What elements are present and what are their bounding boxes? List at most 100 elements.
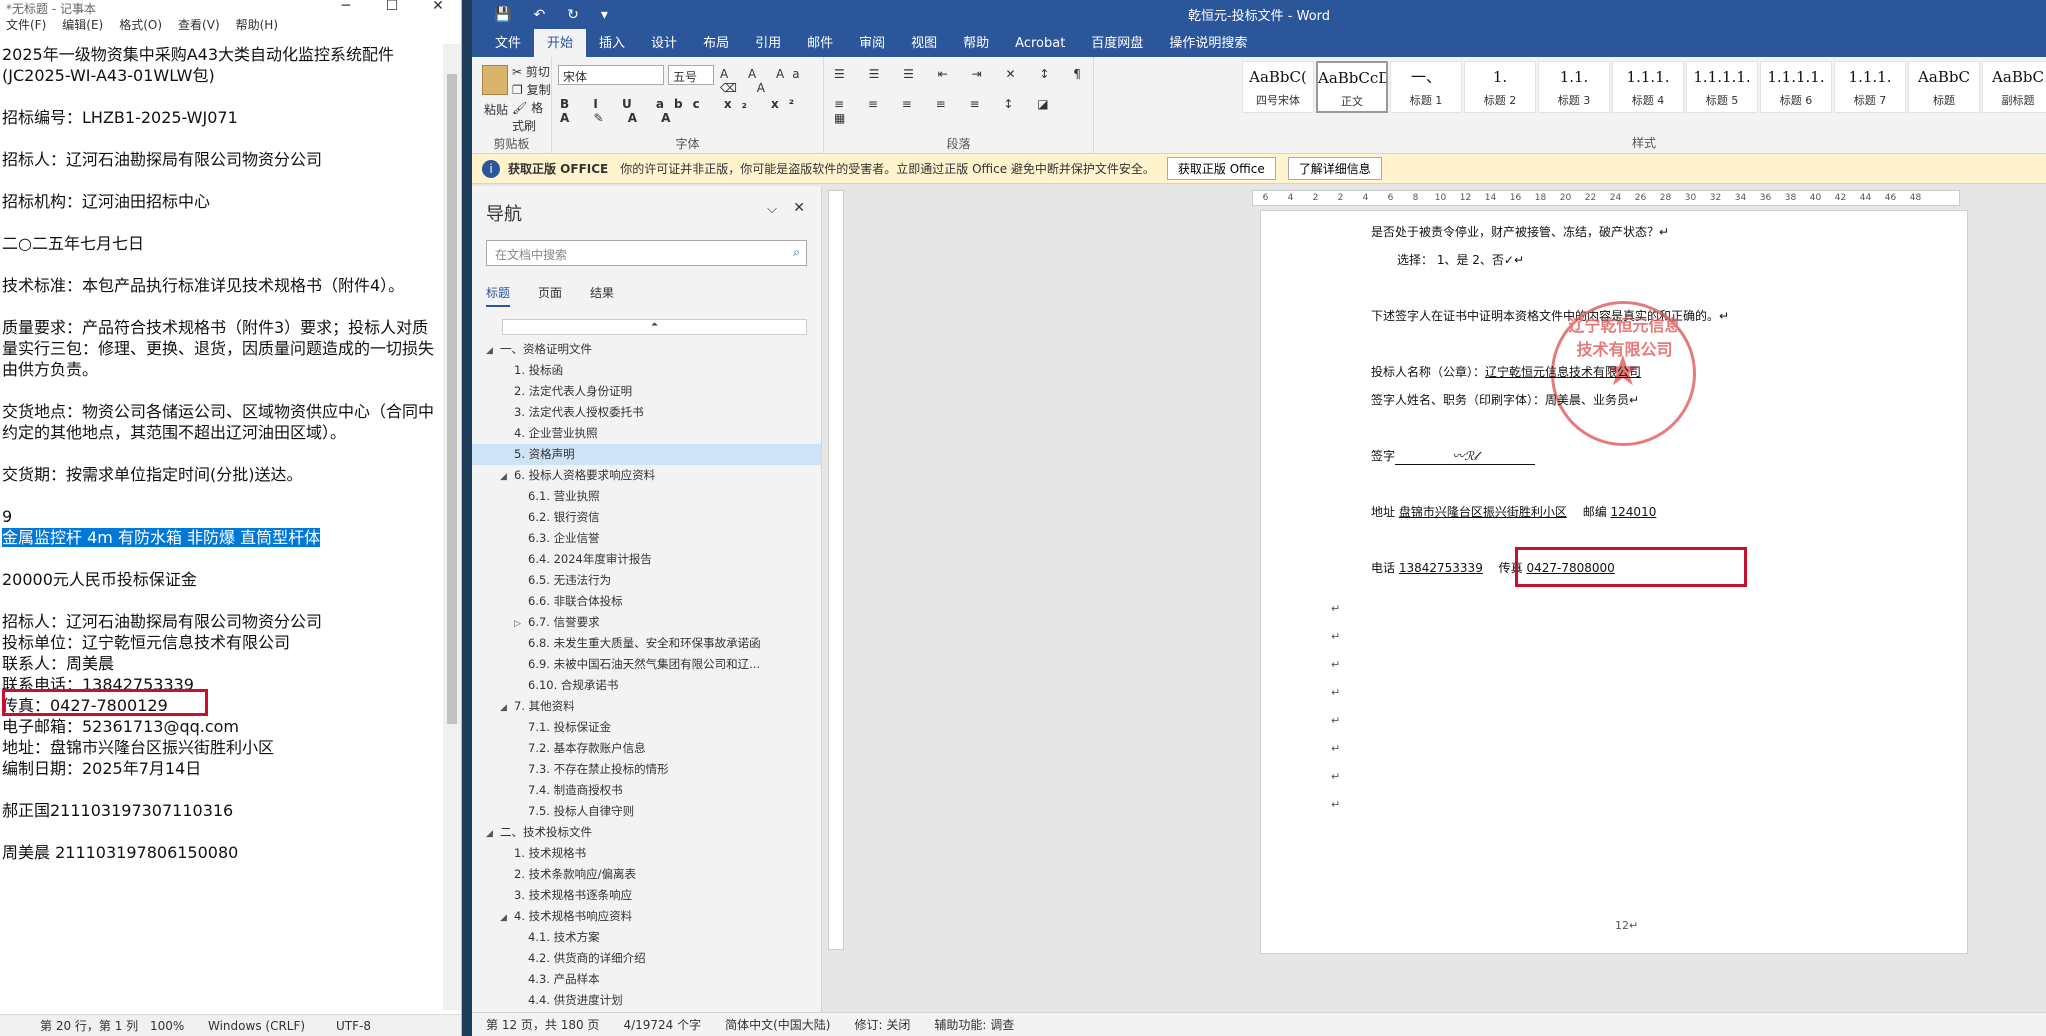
font-format-buttons[interactable]: B I U abc x₂ x² A ✎ A A bbox=[560, 97, 823, 125]
nav-heading-item[interactable]: 4.4. 供货进度计划 bbox=[472, 990, 821, 1011]
nav-heading-item[interactable]: 7.5. 投标人自律守则 bbox=[472, 801, 821, 822]
font-size-buttons[interactable]: A A Aa ⌫ A bbox=[720, 67, 823, 95]
font-size-select[interactable]: 五号 bbox=[668, 65, 714, 85]
expand-arrow-icon[interactable]: ◢ bbox=[500, 908, 514, 927]
align-buttons[interactable]: ≡ ≡ ≡ ≡ ≡ ↕ ◪ ▦ bbox=[834, 97, 1093, 125]
style-item[interactable]: 1. 标题 2 bbox=[1464, 61, 1536, 113]
nav-heading-item[interactable]: 3. 技术规格书逐条响应 bbox=[472, 885, 821, 906]
expand-arrow-icon[interactable]: ◢ bbox=[486, 824, 500, 843]
ribbon-tab[interactable]: 文件 bbox=[482, 32, 534, 57]
style-item[interactable]: 1.1.1. 标题 4 bbox=[1612, 61, 1684, 113]
ribbon-tab[interactable]: 开始 bbox=[534, 27, 587, 57]
nav-heading-item[interactable]: ◢ 7. 其他资料 bbox=[472, 696, 821, 717]
copy-button[interactable]: 复制 bbox=[527, 83, 551, 97]
nav-heading-label: 7.2. 基本存款账户信息 bbox=[528, 741, 646, 755]
nav-heading-item[interactable]: 2. 法定代表人身份证明 bbox=[472, 381, 821, 402]
nav-heading-item[interactable]: ◢ 6. 投标人资格要求响应资料 bbox=[472, 465, 821, 486]
nav-heading-item[interactable]: 1. 技术规格书 bbox=[472, 843, 821, 864]
status-item[interactable]: 4/19724 个字 bbox=[623, 1016, 701, 1033]
style-item[interactable]: AaBbC(四号宋体 bbox=[1242, 61, 1314, 113]
nav-tab[interactable]: 结果 bbox=[590, 284, 614, 307]
ribbon-tab[interactable]: 操作说明搜索 bbox=[1156, 32, 1260, 57]
ribbon-tab[interactable]: 帮助 bbox=[950, 32, 1002, 57]
nav-heading-item[interactable]: 7.4. 制造商授权书 bbox=[472, 780, 821, 801]
nav-heading-item[interactable]: 2. 技术条款响应/偏离表 bbox=[472, 864, 821, 885]
maximize-icon[interactable]: ☐ bbox=[369, 0, 415, 14]
nav-heading-item[interactable]: 3. 法定代表人授权委托书 bbox=[472, 402, 821, 423]
scrollbar-thumb[interactable] bbox=[447, 74, 457, 724]
ribbon-tab[interactable]: Acrobat bbox=[1002, 36, 1078, 57]
chevron-down-icon[interactable]: ⌵ bbox=[767, 202, 777, 217]
list-buttons[interactable]: ☰ ☰ ☰ ⇤ ⇥ ✕ ↕ ¶ bbox=[834, 67, 1091, 81]
nav-search-input[interactable]: 在文档中搜索 ⌕ bbox=[486, 240, 807, 266]
nav-heading-item[interactable]: 6.9. 未被中国石油天然气集团有限公司和辽... bbox=[472, 654, 821, 675]
learn-more-button[interactable]: 了解详细信息 bbox=[1287, 157, 1382, 180]
style-item[interactable]: 1.1.1. 标题 7 bbox=[1834, 61, 1906, 113]
notepad-text-area[interactable]: 2025年一级物资集中采购A43大类自动化监控系统配件 (JC2025-WI-A4… bbox=[0, 44, 443, 1010]
menu-item[interactable]: 编辑(E) bbox=[62, 16, 103, 33]
nav-heading-item[interactable]: 6.8. 未发生重大质量、安全和环保事故承诺函 bbox=[472, 633, 821, 654]
nav-tab[interactable]: 页面 bbox=[538, 284, 562, 307]
style-item[interactable]: AaBbCcDdI 正文 bbox=[1316, 61, 1388, 113]
font-name-select[interactable]: 宋体 bbox=[558, 65, 664, 85]
nav-heading-item[interactable]: ◢ 二、技术投标文件 bbox=[472, 822, 821, 843]
search-icon[interactable]: ⌕ bbox=[793, 245, 800, 260]
expand-arrow-icon[interactable]: ◢ bbox=[500, 467, 514, 486]
nav-heading-item[interactable]: 4.2. 供货商的详细介绍 bbox=[472, 948, 821, 969]
nav-heading-item[interactable]: ◢ 4. 技术规格书响应资料 bbox=[472, 906, 821, 927]
style-item[interactable]: AaBbC 副标题 bbox=[1982, 61, 2046, 113]
notepad-scrollbar[interactable] bbox=[443, 44, 461, 1010]
status-item[interactable]: 修订: 关闭 bbox=[854, 1016, 910, 1033]
ribbon-tab[interactable]: 设计 bbox=[638, 32, 690, 57]
paste-button[interactable]: 粘贴 bbox=[484, 101, 508, 118]
cut-button[interactable]: 剪切 bbox=[526, 65, 550, 79]
get-genuine-button[interactable]: 获取正版 Office bbox=[1166, 157, 1276, 180]
nav-heading-item[interactable]: 7.3. 不存在禁止投标的情形 bbox=[472, 759, 821, 780]
expand-arrow-icon[interactable]: ◢ bbox=[486, 341, 500, 360]
ribbon-tab[interactable]: 引用 bbox=[742, 32, 794, 57]
ribbon-tab[interactable]: 视图 bbox=[898, 32, 950, 57]
nav-heading-item[interactable]: 7.2. 基本存款账户信息 bbox=[472, 738, 821, 759]
ribbon-tab[interactable]: 邮件 bbox=[794, 32, 846, 57]
nav-heading-item[interactable]: 4.3. 产品样本 bbox=[472, 969, 821, 990]
nav-heading-item[interactable]: 6.5. 无违法行为 bbox=[472, 570, 821, 591]
nav-heading-item[interactable]: ◢ 一、资格证明文件 bbox=[472, 339, 821, 360]
expand-arrow-icon[interactable]: ◢ bbox=[500, 698, 514, 717]
menu-item[interactable]: 文件(F) bbox=[6, 16, 46, 33]
expand-arrow-icon[interactable]: ▷ bbox=[514, 614, 528, 633]
nav-heading-item[interactable]: 4. 企业营业执照 bbox=[472, 423, 821, 444]
ribbon-tab[interactable]: 百度网盘 bbox=[1078, 32, 1156, 57]
style-item[interactable]: 一、 标题 1 bbox=[1390, 61, 1462, 113]
nav-heading-item[interactable]: 7.1. 投标保证金 bbox=[472, 717, 821, 738]
ribbon-tab[interactable]: 审阅 bbox=[846, 32, 898, 57]
status-item[interactable]: 辅助功能: 调查 bbox=[934, 1016, 1014, 1033]
status-item[interactable]: 简体中文(中国大陆) bbox=[725, 1016, 830, 1033]
collapse-all-button[interactable]: ⏶ bbox=[502, 319, 807, 335]
nav-heading-item[interactable]: 1. 投标函 bbox=[472, 360, 821, 381]
nav-heading-item[interactable]: 4.1. 技术方案 bbox=[472, 927, 821, 948]
nav-heading-item[interactable]: 5. 资格声明 bbox=[472, 444, 821, 465]
nav-heading-item[interactable]: 6.1. 营业执照 bbox=[472, 486, 821, 507]
menu-item[interactable]: 帮助(H) bbox=[236, 16, 278, 33]
nav-heading-item[interactable]: 6.3. 企业信誉 bbox=[472, 528, 821, 549]
status-item[interactable]: 第 12 页，共 180 页 bbox=[486, 1016, 599, 1033]
close-icon[interactable]: ✕ bbox=[793, 200, 805, 216]
ribbon-tab[interactable]: 插入 bbox=[586, 32, 638, 57]
style-item[interactable]: AaBbC 标题 bbox=[1908, 61, 1980, 113]
style-item[interactable]: 1.1.1.1. 标题 6 bbox=[1760, 61, 1832, 113]
nav-heading-item[interactable]: 6.4. 2024年度审计报告 bbox=[472, 549, 821, 570]
nav-heading-item[interactable]: 6.2. 银行资信 bbox=[472, 507, 821, 528]
style-item[interactable]: 1.1. 标题 3 bbox=[1538, 61, 1610, 113]
document-page[interactable]: 是否处于被责令停业，财产被接管、冻结，破产状态？↵ 选择： 1、是 2、否✓↵ … bbox=[1260, 210, 1968, 954]
ribbon-tab[interactable]: 布局 bbox=[690, 32, 742, 57]
style-item[interactable]: 1.1.1.1. 标题 5 bbox=[1686, 61, 1758, 113]
nav-heading-item[interactable]: 6.10. 合规承诺书 bbox=[472, 675, 821, 696]
nav-heading-item[interactable]: ▷ 6.7. 信誉要求 bbox=[472, 612, 821, 633]
menu-item[interactable]: 格式(O) bbox=[119, 16, 162, 33]
nav-tab[interactable]: 标题 bbox=[486, 284, 511, 307]
nav-heading-item[interactable]: 6.6. 非联合体投标 bbox=[472, 591, 821, 612]
close-icon[interactable]: ✕ bbox=[415, 0, 461, 14]
menu-item[interactable]: 查看(V) bbox=[178, 16, 220, 33]
paste-icon[interactable] bbox=[482, 65, 508, 95]
minimize-icon[interactable]: ─ bbox=[323, 0, 369, 14]
